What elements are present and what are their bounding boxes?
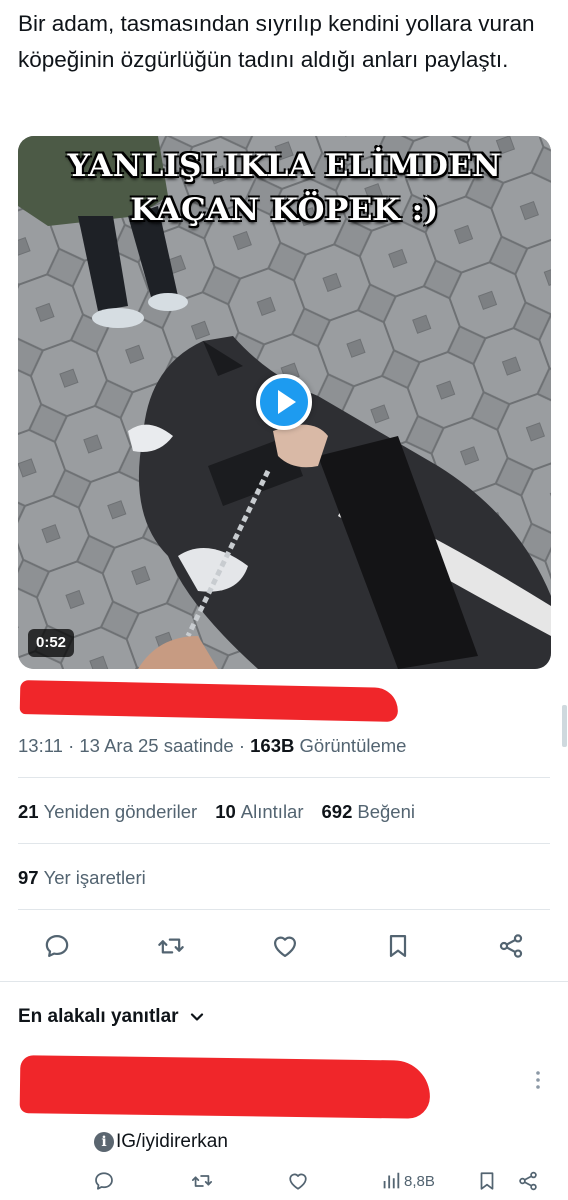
meta-separator: · [233, 735, 251, 756]
share-icon [499, 934, 523, 958]
tweet-time[interactable]: 13:11 [18, 735, 63, 756]
bookmarks-label: Yer işaretleri [43, 867, 146, 888]
reply-views-button[interactable]: 8,8B [380, 1168, 435, 1194]
redaction-mark [19, 680, 399, 722]
reposts-count: 21 [18, 801, 39, 822]
bookmark-icon [389, 934, 407, 958]
scrollbar-thumb[interactable] [562, 705, 567, 747]
bookmark-icon [480, 1172, 494, 1190]
video-duration: 0:52 [28, 629, 75, 657]
reply-repost-button[interactable] [191, 1168, 213, 1194]
video-caption-line-1: YANLIŞLIKLA ELİMDEN [67, 148, 502, 184]
bookmarks-stat[interactable]: 97 Yer işaretleri [18, 866, 146, 890]
tweet-date[interactable]: 13 Ara 25 saatinde [79, 735, 233, 756]
like-button[interactable] [269, 930, 301, 962]
likes-label: Beğeni [357, 801, 415, 822]
info-icon: i [94, 1132, 114, 1152]
likes-stat[interactable]: 692 Beğeni [322, 801, 415, 822]
reposts-stat[interactable]: 21 Yeniden gönderiler [18, 801, 197, 822]
tweet-meta: 13:11 · 13 Ara 25 saatinde · 163B Görünt… [18, 734, 406, 758]
repost-icon [191, 1175, 213, 1187]
quotes-count: 10 [215, 801, 236, 822]
more-options-icon[interactable] [532, 1068, 544, 1092]
play-icon [277, 390, 296, 414]
engagement-stats: 21 Yeniden gönderiler 10 Alıntılar 692 Beğeni [18, 800, 433, 824]
views-icon [383, 1172, 400, 1189]
divider [18, 843, 550, 844]
reply-share-button[interactable] [517, 1168, 539, 1194]
reply-profile-link[interactable]: i IG/iyidirerkan [94, 1130, 228, 1154]
video-caption-line-2: KAÇAN KÖPEK :) [130, 192, 439, 228]
reply-button[interactable] [41, 930, 73, 962]
reply-views-count: 8,8B [404, 1172, 435, 1190]
video-player[interactable]: YANLIŞLIKLA ELİMDEN KAÇAN KÖPEK :) 0:52 [18, 136, 551, 669]
video-caption: YANLIŞLIKLA ELİMDEN KAÇAN KÖPEK :) [18, 144, 551, 232]
reply-bookmark-button[interactable] [476, 1168, 498, 1194]
like-icon [273, 936, 297, 958]
views-count: 163B [250, 735, 295, 756]
redaction-mark [19, 1055, 431, 1119]
tweet-action-bar [0, 926, 568, 966]
reply-handle-text: IG/iyidirerkan [116, 1131, 228, 1152]
quotes-label: Alıntılar [240, 801, 304, 822]
section-divider [0, 981, 568, 982]
share-button[interactable] [495, 930, 527, 962]
chevron-down-icon [190, 1013, 203, 1021]
likes-count: 692 [321, 801, 353, 822]
meta-separator: · [62, 735, 80, 756]
tweet-text: Bir adam, tasmasından sıyrılıp kendini y… [18, 11, 535, 72]
divider [18, 777, 550, 778]
replies-sort-dropdown[interactable]: En alakalı yanıtlar [18, 1004, 205, 1030]
share-icon [519, 1171, 537, 1191]
reply-icon [95, 1172, 113, 1190]
reposts-label: Yeniden gönderiler [43, 801, 198, 822]
reply-reply-button[interactable] [93, 1168, 115, 1194]
bookmarks-count: 97 [18, 867, 39, 888]
quotes-stat[interactable]: 10 Alıntılar [215, 801, 303, 822]
repost-icon [158, 938, 184, 954]
divider [18, 909, 550, 910]
views-label: Görüntüleme [294, 735, 407, 756]
bookmark-button[interactable] [382, 930, 414, 962]
reply-action-bar: 8,8B [0, 1166, 568, 1196]
reply-icon [45, 934, 69, 958]
like-icon [289, 1173, 307, 1190]
play-button[interactable] [256, 374, 312, 430]
repost-button[interactable] [155, 930, 187, 962]
reply-like-button[interactable] [287, 1168, 309, 1194]
replies-sort-label: En alakalı yanıtlar [18, 1006, 179, 1027]
